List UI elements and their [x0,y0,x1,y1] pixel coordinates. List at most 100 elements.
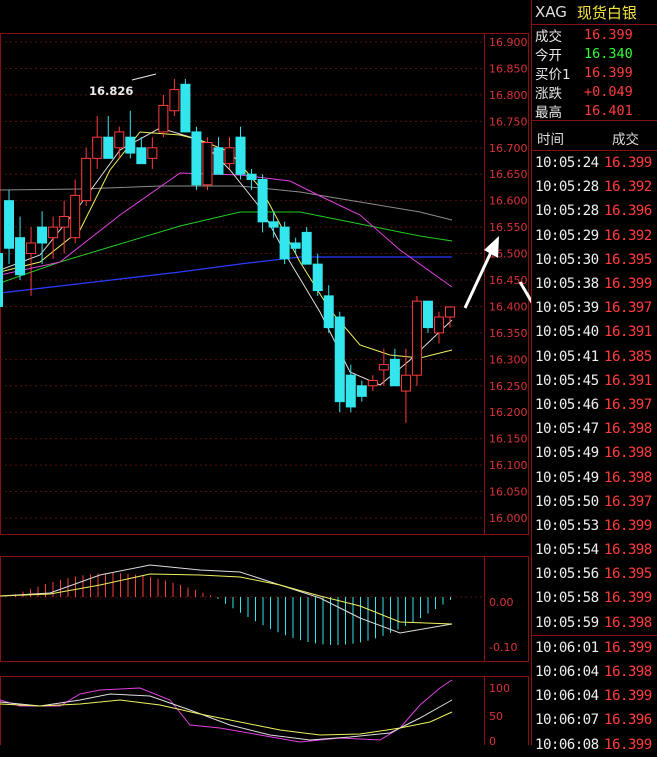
tick-row[interactable]: 10:05:29 16.392 [532,224,657,248]
tick-row[interactable]: 10:05:49 16.398 [532,465,657,489]
tick-row[interactable]: 10:05:41 16.385 [532,345,657,369]
tick-row[interactable]: 10:05:28 16.396 [532,199,657,223]
tick-row[interactable]: 10:05:40 16.391 [532,320,657,344]
candle [158,94,169,138]
candle [411,295,422,386]
kline-chart[interactable]: 16.900 16.850 16.800 16.750 16.700 16.650 16.6… [0,0,531,745]
candle-body [125,136,136,154]
candle-body [445,306,455,318]
price-tick-label: 16.800 [489,89,528,102]
ticks-header-time: 时间 [537,131,564,148]
tick-time: 10:05:59 [535,614,599,631]
macd-panel-frame [0,556,529,662]
kdj-panel-frame [0,676,529,745]
candle [279,221,290,265]
tick-price: 16.399 [604,639,652,656]
candle [26,227,37,296]
tick-row[interactable]: 10:06:04 16.399 [532,684,657,708]
macd-axis-ticks: 0.00 -0.10 [489,596,517,654]
candle [202,137,213,191]
quote-value: 16.399 [584,64,633,81]
tick-row[interactable]: 10:05:30 16.395 [532,248,657,272]
tick-row[interactable]: 10:06:04 16.398 [532,660,657,684]
tick-row[interactable]: 10:05:50 16.397 [532,490,657,514]
price-tick-label: 16.600 [489,195,528,208]
ma-blue-line [0,256,452,294]
tick-row[interactable]: 10:05:58 16.399 [532,586,657,610]
kdj-yellow-line [0,699,453,736]
tick-time: 10:05:54 [535,542,599,559]
candle [345,364,356,413]
tick-row[interactable]: 10:05:47 16.398 [532,417,657,441]
candle-body [334,316,345,403]
candle [37,211,48,265]
tick-price: 16.391 [604,372,652,389]
candle [356,380,367,402]
tick-row[interactable]: 10:05:45 16.391 [532,369,657,393]
tick-row[interactable]: 10:05:56 16.395 [532,562,657,586]
candle-body [147,147,158,159]
tick-price: 16.392 [604,227,652,244]
candle [268,211,279,238]
candle-body [279,226,290,260]
candle-body [26,242,37,255]
candle [257,174,268,233]
tick-price: 16.396 [604,203,652,220]
candlesticks [0,79,455,423]
tick-row[interactable]: 10:05:24 16.399 [532,151,657,175]
candle [334,311,345,413]
candle [48,216,59,259]
candle [422,300,433,333]
tick-list[interactable]: 10:05:24 16.399 10:05:28 16.392 10:05:28 16.3… [532,151,657,757]
tick-row[interactable]: 10:05:53 16.399 [532,514,657,538]
tick-price: 16.396 [604,712,652,729]
candle-body [81,157,92,202]
tick-time: 10:05:41 [535,348,599,365]
tick-price: 16.395 [604,251,652,268]
candle-body [202,141,213,186]
tick-row[interactable]: 10:05:49 16.398 [532,441,657,465]
tick-price: 16.397 [604,493,652,510]
tick-row[interactable]: 10:05:28 16.392 [532,175,657,199]
tick-row[interactable]: 10:05:46 16.397 [532,393,657,417]
tick-time: 10:05:40 [535,324,599,341]
kline-chart-area[interactable]: 16.900 16.850 16.800 16.750 16.700 16.650 16.6… [0,0,531,745]
candle-body [114,131,125,149]
symbol-code: XAG [535,3,567,21]
quote-row: 成交 16.399 [532,25,657,45]
candle-body [411,300,422,376]
quote-row: 最高 16.401 [532,101,657,121]
price-tick-label: 16.350 [489,327,528,340]
up-arrow [463,249,494,309]
ticks-header: 时间 成交 [532,125,657,151]
candle-body [158,104,169,133]
tick-price: 16.398 [604,542,652,559]
macd-tick-1: -0.10 [489,641,517,654]
tick-price: 16.399 [604,276,652,293]
candle-body [59,216,70,228]
price-tick-label: 16.300 [489,353,528,366]
candle [301,227,312,265]
candle [180,79,191,133]
tick-time: 10:05:30 [535,251,599,268]
tick-time: 10:06:07 [535,712,599,729]
tick-price: 16.399 [604,155,652,172]
quote-summary: 成交 16.399 今开 16.340 买价1 16.399 涨跌 +0.049 最高 16.40… [532,25,657,121]
quote-label: 涨跌 [535,85,562,102]
tick-row[interactable]: 10:05:39 16.397 [532,296,657,320]
price-tick-label: 16.400 [489,300,528,313]
tick-time: 10:05:49 [535,469,599,486]
candle-body [367,379,378,387]
tick-price: 16.399 [604,590,652,607]
tick-row[interactable]: 10:05:59 16.398 [532,611,657,635]
price-tick-label: 16.650 [489,168,528,181]
tick-row[interactable]: 10:05:38 16.399 [532,272,657,296]
tick-time: 10:05:46 [535,396,599,413]
tick-time: 10:05:24 [535,155,599,172]
tick-row[interactable]: 10:06:01 16.399 [532,634,657,660]
tick-row[interactable]: 10:06:07 16.396 [532,708,657,732]
candle [389,348,400,387]
tick-price: 16.395 [604,566,652,583]
kdj-magenta-line [0,679,453,743]
tick-row[interactable]: 10:05:54 16.398 [532,538,657,562]
